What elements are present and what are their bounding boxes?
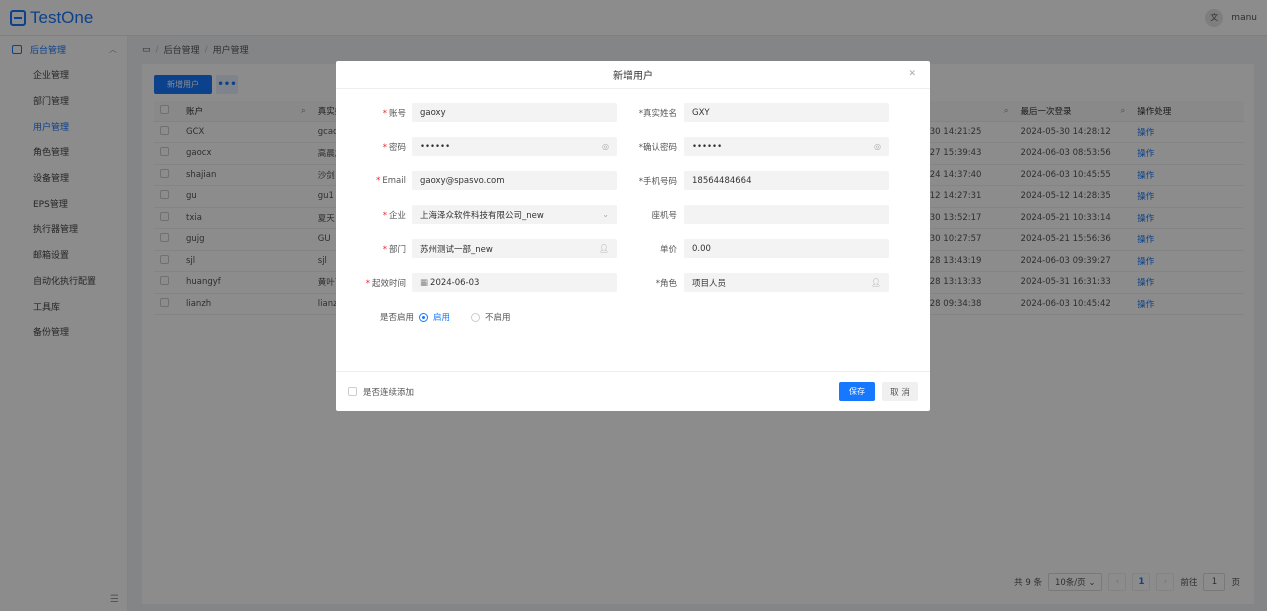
account-input[interactable]: gaoxy — [412, 103, 617, 122]
role-label: *角色 — [655, 278, 677, 289]
user-icon[interactable]: 👤︎ — [599, 244, 609, 253]
realname-label: *真实姓名 — [638, 108, 677, 119]
realname-input[interactable]: GXY — [684, 103, 889, 122]
enable-on-label[interactable]: 启用 — [433, 311, 450, 323]
phone-label: *手机号码 — [638, 176, 677, 187]
dialog-footer: 是否连续添加 保存 取 消 — [336, 371, 930, 411]
phone-input[interactable]: 18564484664 — [684, 171, 889, 190]
enable-label: 是否启用 — [380, 313, 415, 323]
dialog-title: 新增用户 — [613, 71, 653, 82]
save-button[interactable]: 保存 — [839, 382, 875, 401]
add-user-dialog: 新增用户 ✕ * 账号 gaoxy *真实姓名 GXY * 密码 •••••• ◎ *… — [336, 61, 930, 411]
eye-icon[interactable]: ◎ — [602, 142, 609, 151]
enable-radio-group: 是否启用 启用 不启用 — [380, 311, 511, 323]
email-input[interactable]: gaoxy@spasvo.com — [412, 171, 617, 190]
landline-input[interactable] — [684, 205, 889, 224]
confirm-password-input[interactable]: •••••• ◎ — [684, 137, 889, 156]
company-select[interactable]: 上海泽众软件科技有限公司_new ⌄ — [412, 205, 617, 224]
landline-label: 座机号 — [651, 210, 677, 221]
account-label: * 账号 — [382, 108, 406, 119]
continuous-add-checkbox[interactable] — [348, 387, 357, 396]
enable-off-radio[interactable] — [471, 312, 481, 322]
start-date-label: * 起效时间 — [365, 278, 406, 289]
eye-icon[interactable]: ◎ — [874, 142, 881, 151]
email-label: * Email — [376, 175, 406, 186]
price-input[interactable]: 0.00 — [684, 239, 889, 258]
cancel-button[interactable]: 取 消 — [882, 382, 918, 401]
close-icon[interactable]: ✕ — [908, 69, 916, 79]
start-date-picker[interactable]: ▦ 2024-06-03 — [412, 273, 617, 292]
calendar-icon: ▦ — [420, 277, 429, 288]
password-input[interactable]: •••••• ◎ — [412, 137, 617, 156]
dept-label: * 部门 — [382, 244, 406, 255]
user-icon[interactable]: 👤︎ — [871, 278, 881, 287]
company-label: * 企业 — [382, 210, 406, 221]
password-label: * 密码 — [382, 142, 406, 153]
role-input[interactable]: 项目人员 👤︎ — [684, 273, 889, 292]
confirm-password-label: *确认密码 — [638, 142, 677, 153]
enable-on-radio[interactable] — [419, 312, 429, 322]
price-label: 单价 — [659, 244, 677, 255]
continuous-add-label[interactable]: 是否连续添加 — [363, 386, 414, 398]
chevron-down-icon: ⌄ — [602, 210, 609, 219]
dept-input[interactable]: 苏州测试一部_new 👤︎ — [412, 239, 617, 258]
enable-off-label[interactable]: 不启用 — [485, 311, 511, 323]
